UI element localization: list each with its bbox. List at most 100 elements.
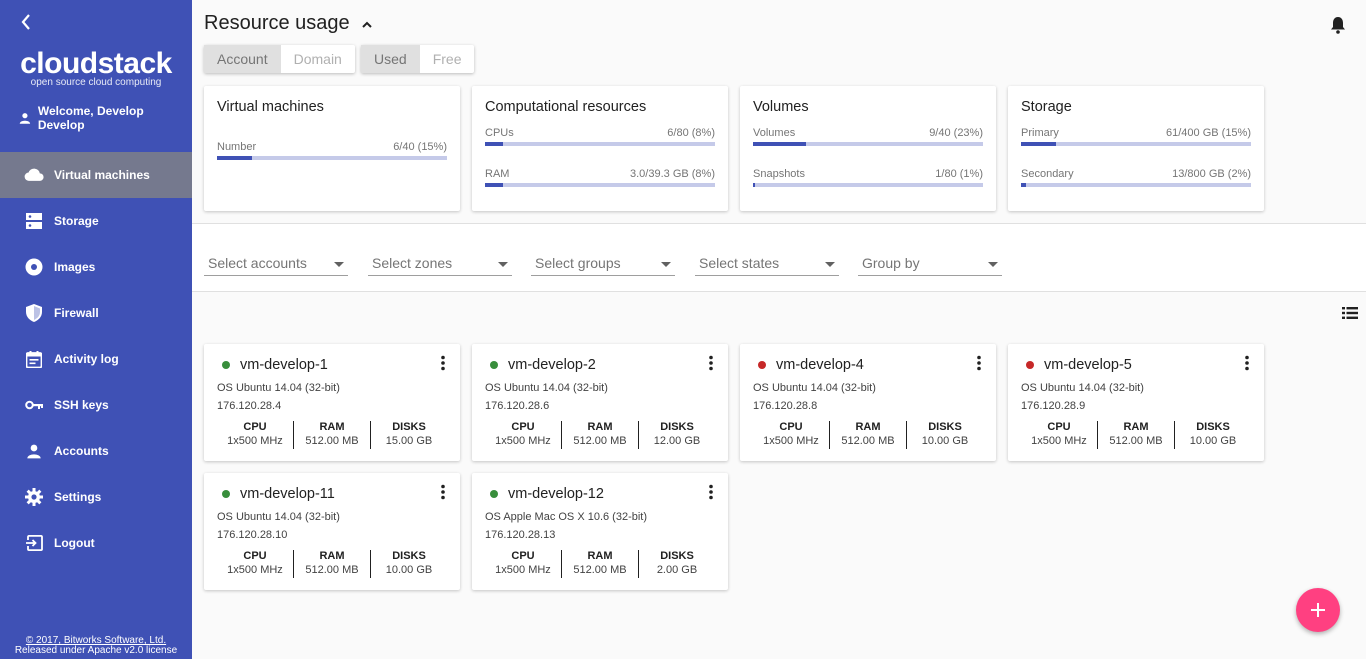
toggle-used[interactable]: Used: [361, 45, 420, 73]
sidebar-item-label: Images: [54, 260, 96, 274]
progress-bar: [485, 142, 715, 146]
progress-fill: [485, 183, 504, 187]
toggle-free[interactable]: Free: [420, 45, 475, 73]
page-title: Resource usage: [204, 12, 350, 34]
progress-bar: [753, 183, 983, 187]
sidebar-item-label: Logout: [54, 536, 95, 550]
spec-cpu: 1x500 MHz: [495, 564, 551, 576]
usage-card-title: Computational resources: [485, 99, 647, 115]
select-zones[interactable]: Select zones: [368, 252, 512, 276]
chevron-left-icon[interactable]: [18, 12, 34, 32]
usage-card-title: Virtual machines: [217, 99, 324, 115]
select-states[interactable]: Select states: [695, 252, 839, 276]
spec-label-disks: DISKS: [1196, 421, 1230, 433]
metric-label: Number: [217, 141, 257, 153]
spec-label-cpu: CPU: [243, 550, 267, 562]
vm-ip: 176.120.28.13: [485, 529, 556, 541]
spec-ram: 512.00 MB: [305, 564, 359, 576]
spec-disks: 10.00 GB: [1189, 435, 1237, 447]
sidebar-item-label: Accounts: [54, 444, 109, 458]
metric-value: 1/80 (1%): [935, 168, 983, 180]
chevron-up-icon[interactable]: [360, 17, 374, 31]
usage-card-storage: Storage Primary 61/400 GB (15%) Secondary…: [1008, 86, 1264, 211]
metric-value: 6/40 (15%): [393, 141, 447, 153]
usage-card-virtual-machines: Virtual machines Number 6/40 (15%): [204, 86, 460, 211]
spec-label-cpu: CPU: [511, 421, 535, 433]
vm-name: vm-develop-12: [508, 486, 604, 502]
sidebar-item-virtual-machines[interactable]: Virtual machines: [0, 152, 192, 198]
vm-card[interactable]: vm-develop-12 OS Apple Mac OS X 10.6 (32…: [472, 473, 728, 590]
spec-ram: 512.00 MB: [573, 435, 627, 447]
more-vert-icon[interactable]: [440, 355, 446, 371]
logo-text: cloudstack: [20, 47, 172, 80]
progress-bar: [753, 142, 983, 146]
sidebar-item-accounts[interactable]: Accounts: [0, 428, 192, 474]
shield-icon: [24, 303, 44, 323]
disc-icon: [24, 257, 44, 277]
person-icon: [24, 441, 44, 461]
usage-metric: Number 6/40 (15%): [217, 141, 447, 160]
sidebar-item-logout[interactable]: Logout: [0, 520, 192, 566]
metric-label: Secondary: [1021, 168, 1074, 180]
select-groups[interactable]: Select groups: [531, 252, 675, 276]
vm-card[interactable]: vm-develop-1 OS Ubuntu 14.04 (32-bit) 17…: [204, 344, 460, 461]
sidebar-item-storage[interactable]: Storage: [0, 198, 192, 244]
vm-name: vm-develop-1: [240, 357, 328, 373]
select-group-by[interactable]: Group by: [858, 252, 1002, 276]
usage-card-volumes: Volumes Volumes 9/40 (23%) Snapshots 1/80 …: [740, 86, 996, 211]
vm-card[interactable]: vm-develop-2 OS Ubuntu 14.04 (32-bit) 17…: [472, 344, 728, 461]
progress-fill: [217, 156, 252, 160]
sidebar-item-activity-log[interactable]: Activity log: [0, 336, 192, 382]
select-placeholder: Group by: [862, 255, 920, 271]
progress-bar: [1021, 142, 1251, 146]
list-view-icon[interactable]: [1342, 306, 1358, 320]
add-vm-button[interactable]: [1296, 588, 1340, 632]
sidebar-item-label: Firewall: [54, 306, 99, 320]
usage-metric: Snapshots 1/80 (1%): [753, 168, 983, 187]
plus-icon: [1311, 603, 1325, 617]
vm-card[interactable]: vm-develop-5 OS Ubuntu 14.04 (32-bit) 17…: [1008, 344, 1264, 461]
vm-card[interactable]: vm-develop-4 OS Ubuntu 14.04 (32-bit) 17…: [740, 344, 996, 461]
more-vert-icon[interactable]: [1244, 355, 1250, 371]
vm-ip: 176.120.28.10: [217, 529, 288, 541]
toggle-domain[interactable]: Domain: [281, 45, 355, 73]
spec-disks: 2.00 GB: [656, 564, 698, 576]
progress-fill: [753, 183, 756, 187]
license-text: Released under Apache v2.0 license: [14, 645, 178, 656]
vm-os: OS Ubuntu 14.04 (32-bit): [753, 382, 876, 394]
usage-card-title: Volumes: [753, 99, 809, 115]
vm-ip: 176.120.28.6: [485, 400, 550, 412]
select-accounts[interactable]: Select accounts: [204, 252, 348, 276]
progress-fill: [753, 142, 806, 146]
spec-label-cpu: CPU: [511, 550, 535, 562]
toggle-account[interactable]: Account: [204, 45, 281, 73]
status-dot: [222, 490, 230, 498]
vm-os: OS Ubuntu 14.04 (32-bit): [217, 511, 340, 523]
sidebar-nav: Virtual machines Storage Images Firewall…: [0, 152, 192, 566]
vm-ip: 176.120.28.8: [753, 400, 818, 412]
vm-os: OS Ubuntu 14.04 (32-bit): [485, 382, 608, 394]
sidebar-item-firewall[interactable]: Firewall: [0, 290, 192, 336]
caret-down-icon: [661, 262, 671, 267]
logo: cloudstack open source cloud computing: [14, 47, 178, 89]
vm-name: vm-develop-5: [1044, 357, 1132, 373]
vm-specs: CPU 1x500 MHz RAM 512.00 MB DISKS 10.00 GB: [1021, 421, 1251, 449]
spec-label-ram: RAM: [587, 421, 613, 433]
sidebar-item-settings[interactable]: Settings: [0, 474, 192, 520]
metric-label: CPUs: [485, 127, 514, 139]
progress-bar: [217, 156, 447, 160]
more-vert-icon[interactable]: [708, 355, 714, 371]
bell-icon[interactable]: [1330, 16, 1346, 34]
sidebar-item-ssh-keys[interactable]: SSH keys: [0, 382, 192, 428]
more-vert-icon[interactable]: [976, 355, 982, 371]
usage-card-title: Storage: [1021, 99, 1072, 115]
spec-label-ram: RAM: [1123, 421, 1149, 433]
vm-card[interactable]: vm-develop-11 OS Ubuntu 14.04 (32-bit) 1…: [204, 473, 460, 590]
sidebar-item-images[interactable]: Images: [0, 244, 192, 290]
spec-cpu: 1x500 MHz: [495, 435, 551, 447]
metric-label: Snapshots: [753, 168, 805, 180]
gear-icon: [24, 487, 44, 507]
more-vert-icon[interactable]: [440, 484, 446, 500]
more-vert-icon[interactable]: [708, 484, 714, 500]
mode-toggle: Used Free: [361, 45, 475, 73]
